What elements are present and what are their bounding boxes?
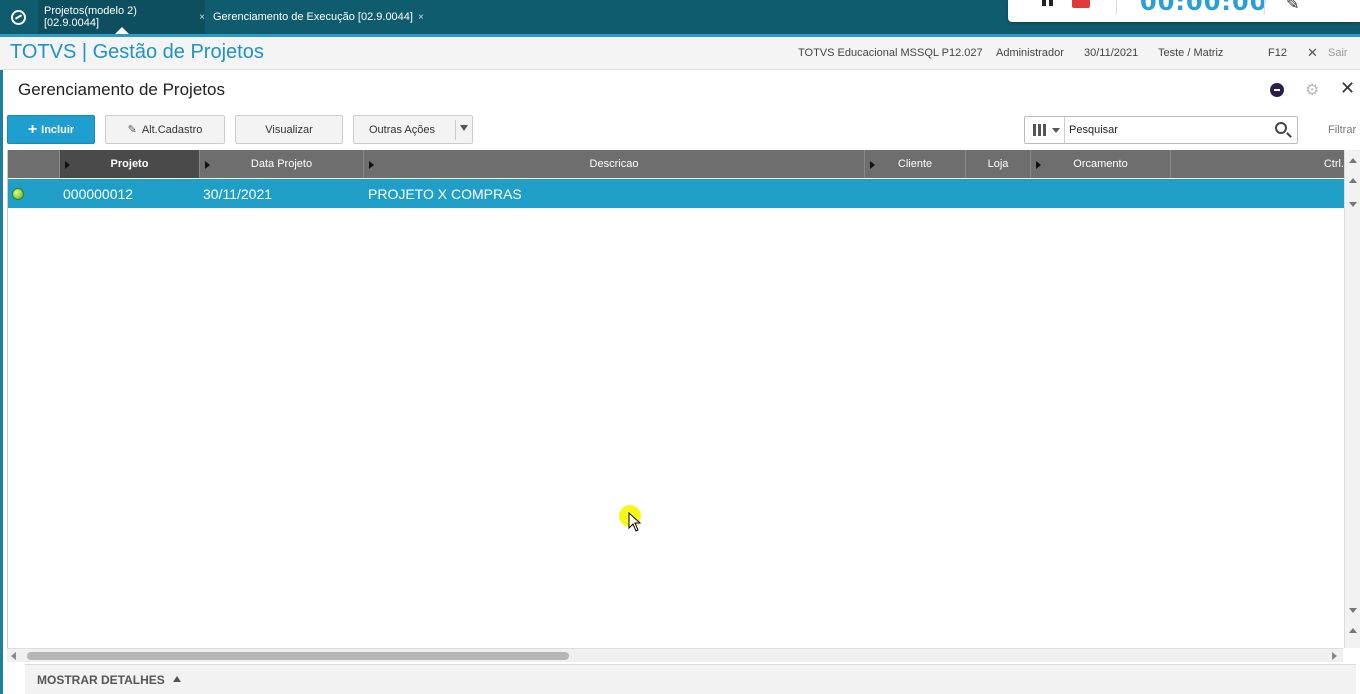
- search-box: [1024, 116, 1298, 144]
- columns-icon: [1033, 124, 1046, 136]
- tab-close-icon[interactable]: ×: [199, 12, 205, 23]
- page-title: Gerenciamento de Projetos: [18, 80, 225, 99]
- tab-gerenciamento-execucao[interactable]: Gerenciamento de Execução [02.9.0044] ×: [207, 0, 425, 34]
- edit-button-label: Alt.Cadastro: [141, 123, 203, 136]
- cell-data-projeto: 30/11/2021: [203, 186, 273, 202]
- tab-label: Gerenciamento de Execução [02.9.0044]: [213, 11, 413, 23]
- shortcut-label[interactable]: F12: [1268, 47, 1287, 59]
- horizontal-scrollbar[interactable]: [7, 648, 1343, 662]
- pause-icon[interactable]: [1042, 0, 1054, 6]
- scroll-up-icon[interactable]: [1349, 628, 1357, 633]
- view-button[interactable]: Visualizar: [235, 115, 343, 144]
- header-cliente[interactable]: Cliente: [865, 150, 966, 178]
- scroll-down-icon[interactable]: [1349, 202, 1357, 207]
- show-details-button[interactable]: MOSTRAR DETALHES: [37, 673, 181, 687]
- details-bar: MOSTRAR DETALHES: [25, 664, 1356, 694]
- app-header: TOTVS | Gestão de Projetos TOTVS Educaci…: [0, 34, 1360, 70]
- scroll-up-icon[interactable]: [1349, 158, 1357, 163]
- tab-label: Projetos(modelo 2) [02.9.0044]: [44, 5, 137, 29]
- recorder-timer: 00:00:00: [1140, 0, 1268, 16]
- exit-icon[interactable]: ✕: [1307, 45, 1318, 61]
- header-orcamento[interactable]: Orcamento: [1031, 150, 1171, 178]
- chevron-down-icon: [460, 125, 468, 131]
- header-label: Ctrl.: [1323, 158, 1344, 170]
- gear-icon[interactable]: ⚙: [1305, 80, 1319, 100]
- table-row[interactable]: 000000012 30/11/2021 PROJETO X COMPRAS: [8, 179, 1344, 208]
- pen-icon[interactable]: ✎: [1286, 0, 1299, 14]
- sort-icon: [369, 161, 374, 169]
- header-label: Descricao: [589, 158, 639, 170]
- active-tab-indicator: [115, 27, 129, 34]
- scrollbar-thumb[interactable]: [27, 652, 569, 660]
- header-label: Data Projeto: [250, 158, 313, 170]
- close-icon[interactable]: ✕: [1340, 78, 1355, 99]
- cell-descricao: PROJETO X COMPRAS: [368, 186, 522, 202]
- scroll-down-icon[interactable]: [1349, 608, 1357, 613]
- user-label[interactable]: Administrador: [996, 47, 1064, 59]
- scroll-left-icon[interactable]: [11, 652, 16, 660]
- chevron-up-icon: [172, 676, 181, 682]
- home-icon: [11, 9, 26, 25]
- show-details-label: MOSTRAR DETALHES: [37, 673, 165, 687]
- app-brand: TOTVS | Gestão de Projetos: [10, 41, 264, 63]
- projects-grid: Projeto Data Projeto Descricao Cliente L…: [7, 150, 1344, 648]
- pencil-icon: ✎: [127, 124, 137, 136]
- sort-icon: [205, 161, 210, 169]
- minus-circle-icon[interactable]: [1270, 83, 1284, 97]
- other-actions-button[interactable]: Outras Ações: [353, 115, 473, 144]
- grid-header: Projeto Data Projeto Descricao Cliente L…: [8, 150, 1344, 178]
- include-button-label: Incluir: [41, 123, 75, 136]
- include-button[interactable]: + Incluir: [7, 115, 95, 144]
- sort-icon: [65, 161, 70, 169]
- branch-label[interactable]: Teste / Matriz: [1158, 47, 1223, 59]
- sort-icon: [1036, 161, 1041, 169]
- plus-icon: +: [27, 120, 38, 138]
- header-descricao[interactable]: Descricao: [364, 150, 865, 178]
- stop-icon[interactable]: [1072, 0, 1090, 8]
- scroll-up-icon[interactable]: [1349, 178, 1357, 183]
- divider: [455, 120, 456, 140]
- chevron-down-icon: [1052, 127, 1060, 133]
- view-button-label: Visualizar: [265, 123, 313, 136]
- header-status: [8, 150, 60, 178]
- header-label: Projeto: [110, 158, 149, 170]
- header-label: Cliente: [897, 158, 933, 170]
- exit-button[interactable]: Sair: [1328, 47, 1348, 59]
- tab-close-icon[interactable]: ×: [418, 12, 424, 23]
- left-edge-accent: [0, 70, 3, 694]
- filter-button[interactable]: Filtrar: [1328, 124, 1356, 136]
- status-green-icon: [12, 188, 24, 200]
- divider: [1116, 0, 1117, 14]
- header-data-projeto[interactable]: Data Projeto: [200, 150, 364, 178]
- cell-projeto: 000000012: [63, 186, 134, 202]
- edit-button[interactable]: ✎ Alt.Cadastro: [105, 115, 225, 144]
- header-label: Orcamento: [1073, 158, 1128, 170]
- divider: [1264, 0, 1265, 14]
- screen-recorder-panel: 00:00:00 ✎: [1008, 0, 1360, 22]
- other-actions-label: Outras Ações: [368, 123, 436, 136]
- date-label: 30/11/2021: [1084, 47, 1139, 59]
- search-input[interactable]: [1069, 121, 1269, 139]
- home-button[interactable]: [0, 0, 37, 34]
- sort-icon: [870, 161, 875, 169]
- header-label: Loja: [987, 158, 1009, 170]
- mouse-cursor-icon: [628, 512, 642, 532]
- header-projeto[interactable]: Projeto: [60, 150, 200, 178]
- scroll-right-icon[interactable]: [1332, 652, 1337, 660]
- header-ctrl[interactable]: Ctrl.: [1171, 150, 1344, 178]
- vertical-scrollbar[interactable]: [1344, 150, 1360, 648]
- environment-label: TOTVS Educacional MSSQL P12.027: [798, 47, 983, 59]
- header-loja[interactable]: Loja: [966, 150, 1031, 178]
- search-icon[interactable]: [1275, 122, 1287, 134]
- columns-selector[interactable]: [1025, 117, 1065, 143]
